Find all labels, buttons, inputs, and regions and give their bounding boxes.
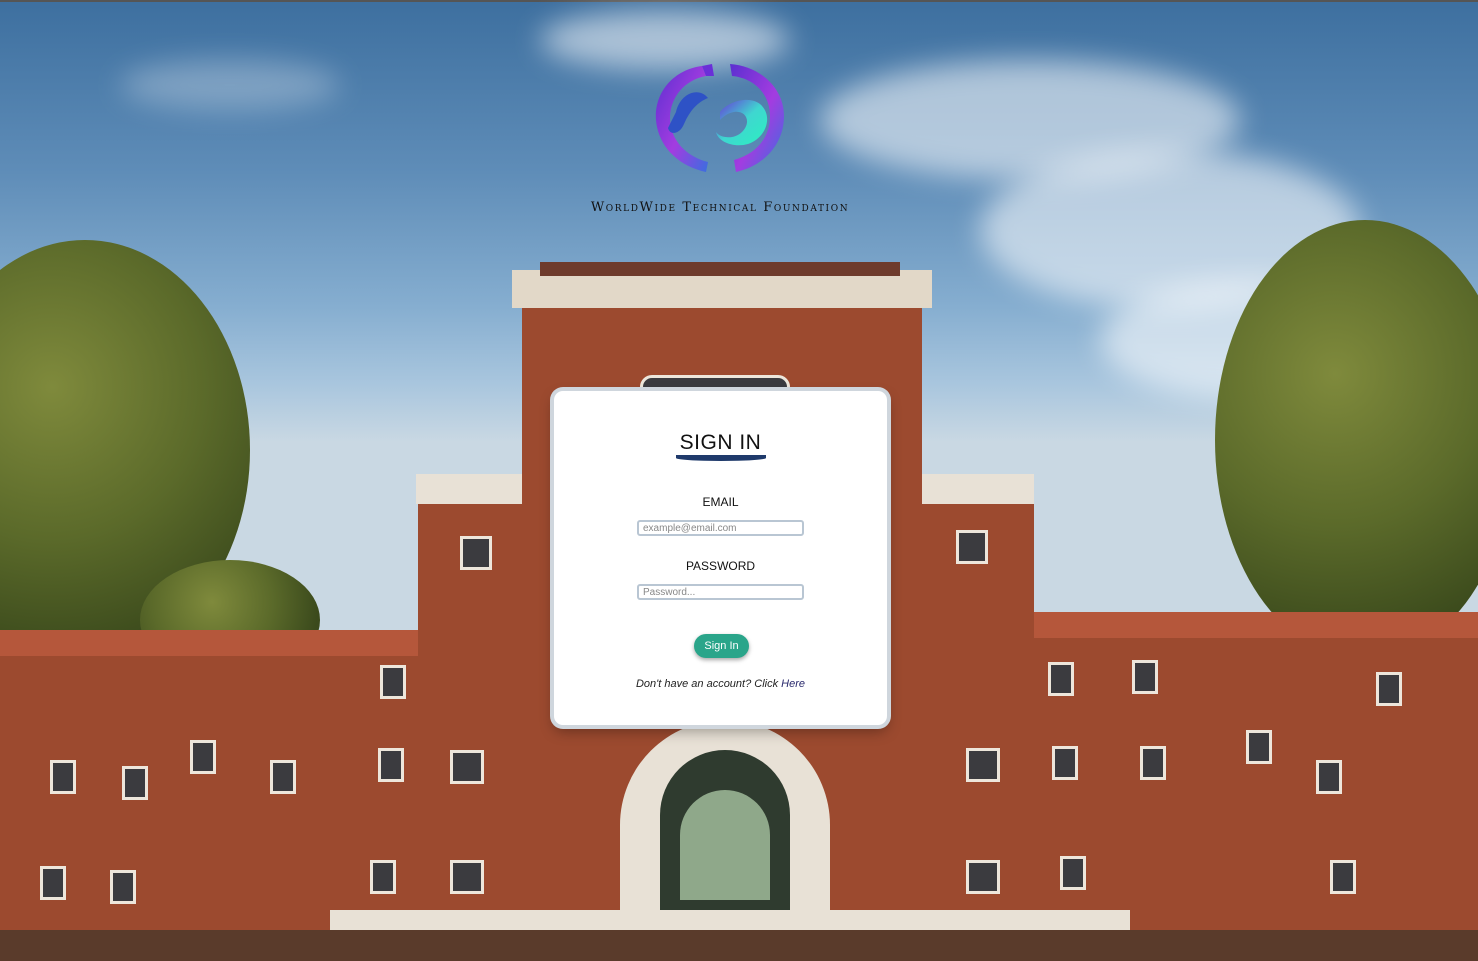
signup-prefix-text: Don't have an account? Click xyxy=(635,678,782,690)
password-field[interactable] xyxy=(637,584,804,600)
login-page: WorldWide Technical Foundation SIGN IN E… xyxy=(0,0,1478,961)
title-underline xyxy=(676,455,766,461)
signup-link[interactable]: Here xyxy=(781,678,805,690)
brand-name: WorldWide Technical Foundation xyxy=(590,200,850,215)
email-field[interactable] xyxy=(637,520,804,536)
top-border xyxy=(0,0,1478,2)
swirl-globe-logo-icon xyxy=(650,58,790,180)
signin-title: SIGN IN xyxy=(679,431,762,454)
signin-button[interactable]: Sign In xyxy=(694,634,749,658)
password-label: PASSWORD xyxy=(685,559,756,573)
email-label: EMAIL xyxy=(702,495,739,509)
signin-card: SIGN IN EMAIL PASSWORD Sign In Don't hav… xyxy=(554,391,887,725)
signup-prompt: Don't have an account? Click Here xyxy=(554,678,887,690)
